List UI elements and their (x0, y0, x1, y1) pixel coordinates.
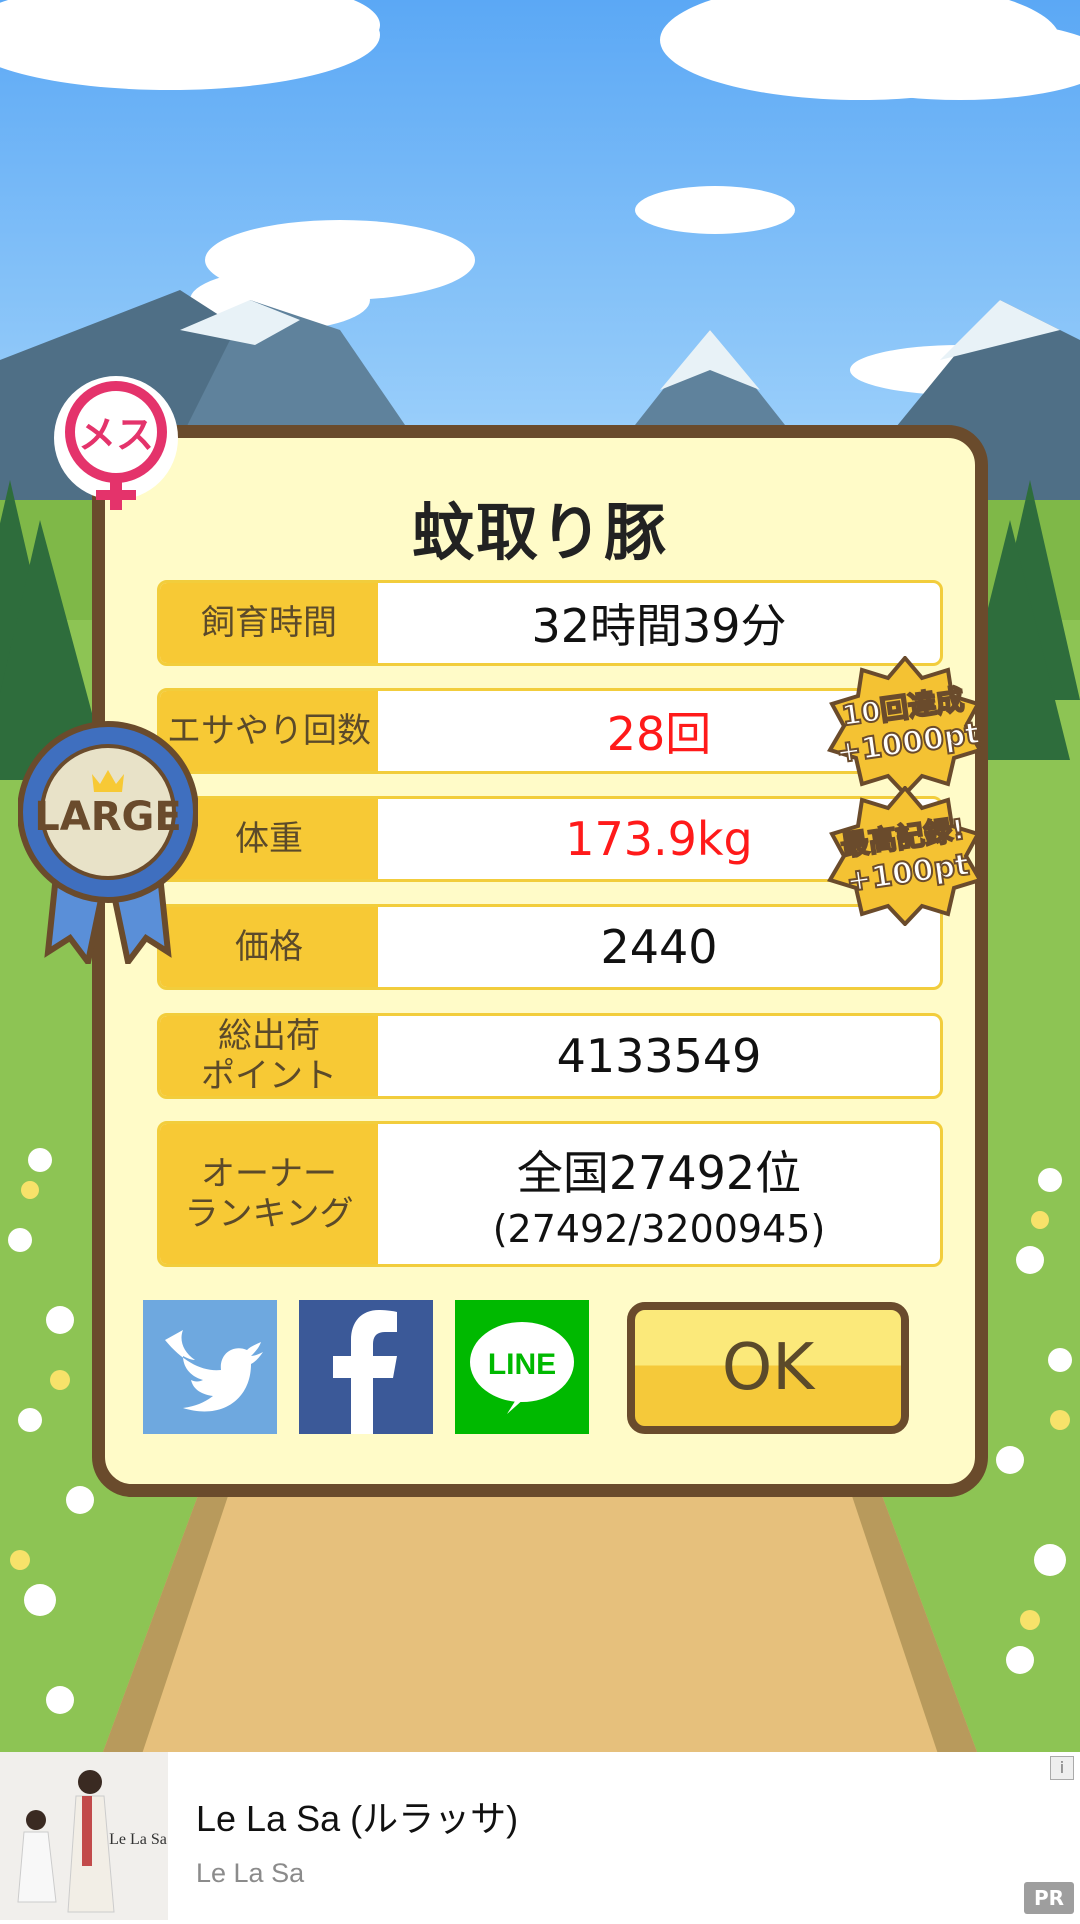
stat-row-owner-ranking: オーナー ランキング 全国27492位 (27492/3200945) (157, 1121, 943, 1267)
ad-thumbnail[interactable]: Le La Sa (0, 1752, 168, 1920)
bonus-badge-best-record: 最高記録! +100pt (820, 784, 990, 927)
result-panel: 蚊取り豚 飼育時間 32時間39分 エサやり回数 28回 体重 173.9kg … (92, 425, 988, 1497)
stat-row-total-points: 総出荷 ポイント 4133549 (157, 1013, 943, 1099)
line-label: LINE (488, 1348, 556, 1381)
ad-thumbnail-image: Le La Sa (0, 1752, 168, 1920)
twitter-bird-icon (165, 1330, 263, 1412)
ad-banner[interactable]: Le La Sa Le La Sa (ルラッサ) Le La Sa i PR (0, 1752, 1080, 1920)
ad-title[interactable]: Le La Sa (ルラッサ) (196, 1790, 518, 1842)
facebook-share-button[interactable] (299, 1300, 433, 1434)
stat-row-breeding-time: 飼育時間 32時間39分 (157, 580, 943, 666)
ok-button[interactable]: OK (627, 1302, 909, 1434)
ad-advertiser: Le La Sa (196, 1858, 305, 1888)
stat-value: 32時間39分 (531, 599, 787, 653)
large-ribbon: LARGE (17, 716, 199, 970)
line-bubble-icon: LINE (470, 1322, 574, 1414)
svg-text:Le La Sa: Le La Sa (109, 1831, 167, 1848)
female-symbol-icon: メス (54, 376, 178, 510)
facebook-f-icon (333, 1310, 397, 1434)
pr-label: PR (1024, 1882, 1074, 1914)
svg-text:メス: メス (78, 413, 154, 457)
stat-value: 4133549 (556, 1029, 762, 1083)
ranking-detail: (27492/3200945) (492, 1207, 826, 1251)
stat-label: 飼育時間 (160, 583, 378, 663)
ok-label: OK (721, 1331, 815, 1405)
twitter-share-button[interactable] (143, 1300, 277, 1434)
stat-label: オーナー ランキング (160, 1124, 378, 1264)
ribbon-award-icon: LARGE (17, 721, 199, 970)
female-badge: メス (52, 374, 180, 516)
stat-value: 全国27492位 (27492/3200945) (378, 1124, 940, 1264)
bonus-badge-feed-10: 10回達成 +1000pt (820, 654, 990, 797)
info-icon[interactable]: i (1050, 1756, 1074, 1780)
stat-label: 総出荷 ポイント (160, 1016, 378, 1096)
pig-name-title: 蚊取り豚 (411, 496, 668, 569)
line-share-button[interactable]: LINE (455, 1300, 589, 1434)
svg-text:LARGE: LARGE (34, 794, 181, 840)
ranking-value: 全国27492位 (516, 1146, 802, 1200)
